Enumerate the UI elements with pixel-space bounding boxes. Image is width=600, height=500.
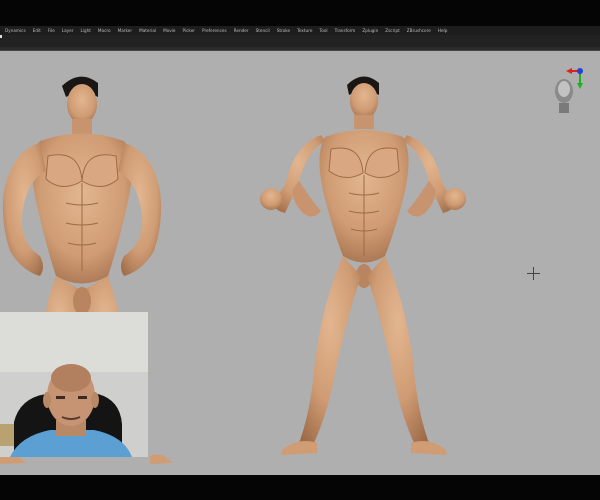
- presenter-video: [0, 312, 148, 457]
- navigation-gizmo-icon[interactable]: [550, 65, 590, 121]
- bottom-black-band: [0, 475, 600, 500]
- top-black-band: [0, 0, 600, 26]
- menu-item-file[interactable]: File: [48, 26, 55, 35]
- menu-item-layer[interactable]: Layer: [62, 26, 74, 35]
- menu-bar: Dynamics Edit File Layer Light Macro Marker Mat…: [0, 26, 600, 35]
- menu-item-render[interactable]: Render: [234, 26, 249, 35]
- menu-item-texture[interactable]: Texture: [297, 26, 312, 35]
- menu-item-marker[interactable]: Marker: [118, 26, 132, 35]
- menu-item-dynamics[interactable]: Dynamics: [5, 26, 26, 35]
- crosshair-icon: [527, 267, 540, 280]
- menu-item-macro[interactable]: Macro: [98, 26, 111, 35]
- menu-item-preferences[interactable]: Preferences: [202, 26, 227, 35]
- webcam-overlay: [0, 312, 148, 457]
- menu-item-edit[interactable]: Edit: [33, 26, 41, 35]
- menu-item-stencil[interactable]: Stencil: [256, 26, 270, 35]
- menu-item-zbrushcore[interactable]: ZBrushcore: [407, 26, 431, 35]
- sculpt-model-main[interactable]: [255, 71, 470, 461]
- tool-strip: [0, 35, 600, 47]
- menu-item-light[interactable]: Light: [80, 26, 90, 35]
- menu-item-movie[interactable]: Movie: [163, 26, 175, 35]
- menu-item-zscript[interactable]: Zscript: [385, 26, 400, 35]
- tool-strip-marker: [0, 35, 2, 38]
- menu-item-material[interactable]: Material: [139, 26, 156, 35]
- menu-item-zplugin[interactable]: Zplugin: [362, 26, 378, 35]
- menu-item-picker[interactable]: Picker: [183, 26, 195, 35]
- menu-item-help[interactable]: Help: [438, 26, 448, 35]
- menu-item-transform[interactable]: Transform: [335, 26, 356, 35]
- menu-item-stroke[interactable]: Stroke: [277, 26, 290, 35]
- canvas-viewport[interactable]: [0, 51, 600, 475]
- menu-item-tool[interactable]: Tool: [319, 26, 327, 35]
